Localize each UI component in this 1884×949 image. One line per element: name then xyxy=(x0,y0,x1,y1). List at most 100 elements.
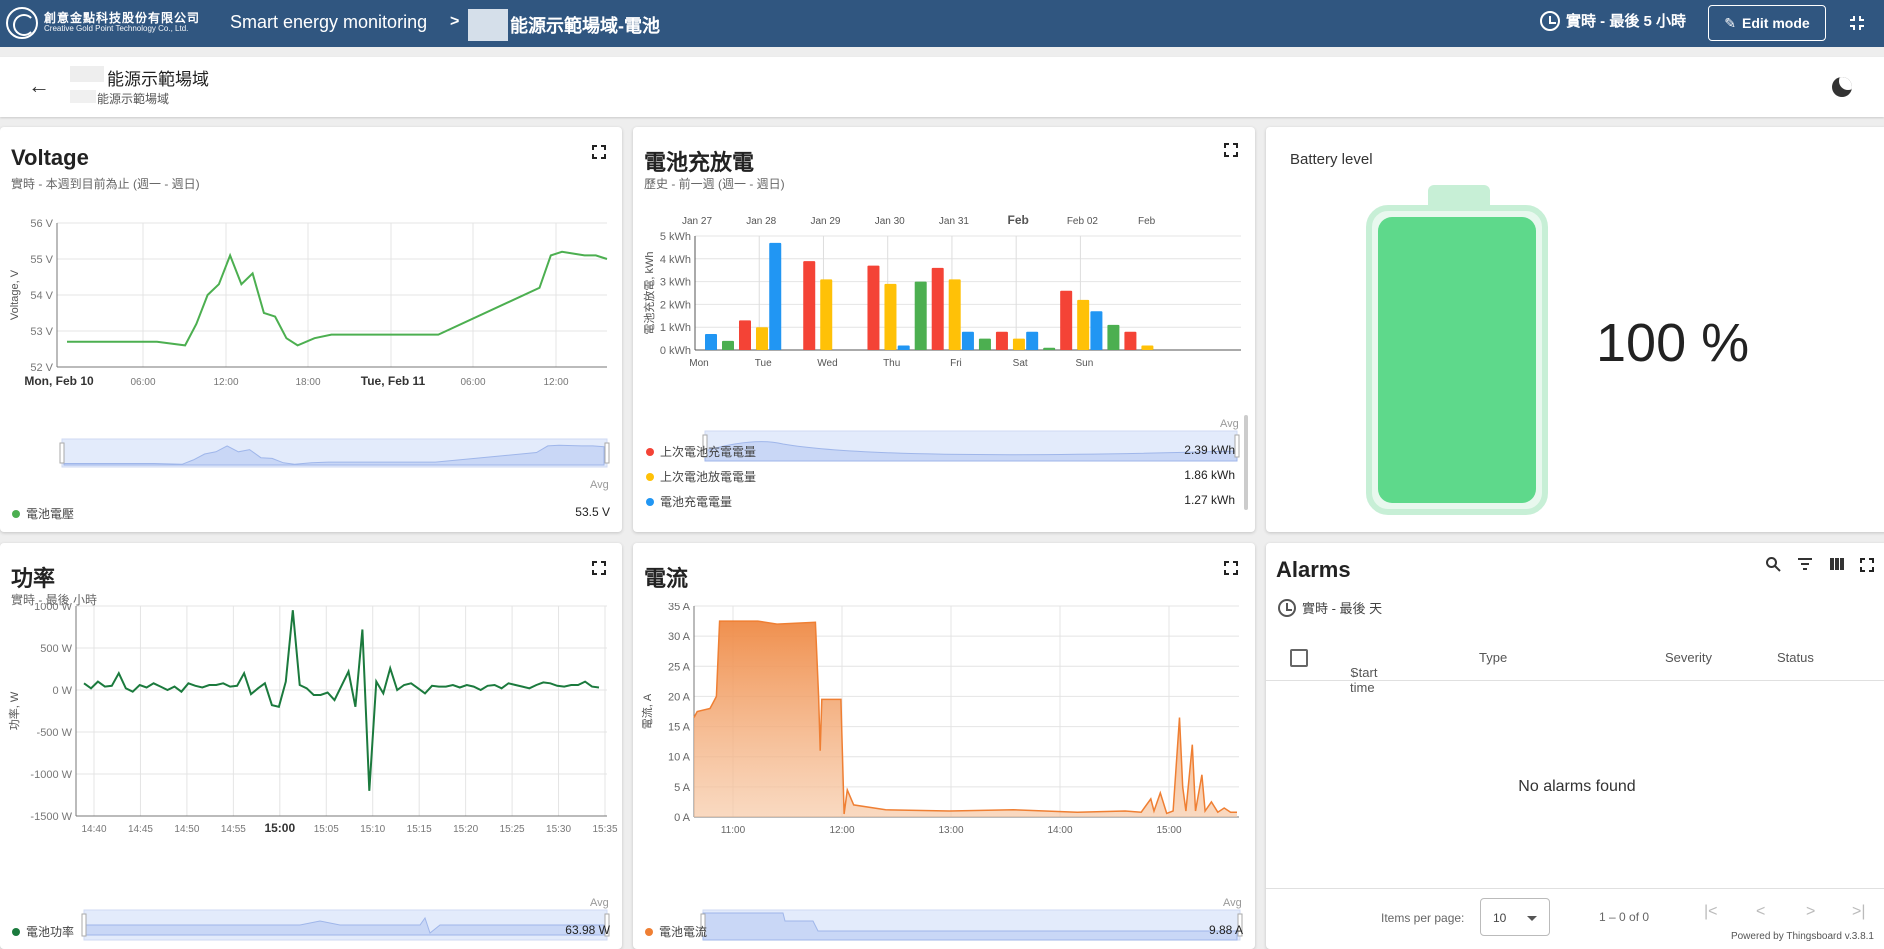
fullscreen-icon[interactable] xyxy=(1224,561,1238,575)
voltage-card: Voltage 實時 - 本週到目前為止 (週一 - 週日) 56 V 55 V5… xyxy=(0,127,622,532)
battery-charge-card: 電池充放電 歷史 - 前一週 (週一 - 週日) 5 kWh 4 kWh 3 kWh… xyxy=(633,127,1255,532)
x-tick-label: 13:00 xyxy=(938,825,963,836)
bar xyxy=(914,281,927,350)
y-tick-label: 54 V xyxy=(30,290,53,302)
bar xyxy=(1012,338,1025,350)
y-tick-label: 55 V xyxy=(30,254,53,266)
legend-item[interactable]: 電池電流 xyxy=(645,923,707,940)
fullscreen-icon[interactable] xyxy=(1860,558,1874,572)
battery-level-value: 100 % xyxy=(1596,313,1750,373)
bar xyxy=(1060,290,1073,350)
power-card: 功率 實時 - 最後 小時 1000 W 500 W0 W -500 W -1000 … xyxy=(0,543,622,949)
y-tick-label: 0 W xyxy=(52,685,72,697)
battery-cap-icon xyxy=(1428,185,1490,207)
battery-charge-subtitle: 歷史 - 前一週 (週一 - 週日) xyxy=(644,177,785,191)
company-logo[interactable]: 創意金點科技股份有限公司 Creative Gold Point Technol… xyxy=(6,6,216,40)
bar xyxy=(978,338,991,350)
y-tick-label: 4 kWh xyxy=(660,254,691,266)
x-tick-label: Mon xyxy=(689,358,708,369)
first-page-icon[interactable]: |< xyxy=(1704,903,1718,921)
x-tick-label: Sat xyxy=(1013,358,1028,369)
y-tick-label: 5 A xyxy=(674,782,691,794)
top-tick-label: Feb xyxy=(1008,213,1029,227)
y-axis-label: 電池充放電, kWh xyxy=(642,251,656,334)
x-tick-label: Thu xyxy=(883,358,900,369)
select-all-checkbox[interactable] xyxy=(1290,649,1308,667)
column-severity[interactable]: Severity xyxy=(1665,650,1712,665)
x-tick-label: 15:30 xyxy=(546,824,571,835)
y-tick-label: 1 kWh xyxy=(660,322,691,334)
last-page-icon[interactable]: >| xyxy=(1852,903,1866,921)
x-tick-label: Tue, Feb 11 xyxy=(361,374,426,388)
fullscreen-icon[interactable] xyxy=(592,561,606,575)
legend-dot xyxy=(646,497,654,506)
entity-title: 能源示範場域 xyxy=(107,70,209,89)
previous-page-icon[interactable]: < xyxy=(1756,903,1765,921)
navigator-handle-left xyxy=(81,913,87,937)
y-tick-label: 35 A xyxy=(668,603,691,613)
top-tick-label: Jan 30 xyxy=(875,216,905,227)
items-per-page-select[interactable]: 10 xyxy=(1480,898,1550,936)
timewindow-selector[interactable]: 實時 - 最後 5 小時 xyxy=(1540,10,1686,31)
fullscreen-icon[interactable] xyxy=(1224,143,1238,157)
bar xyxy=(803,261,816,350)
column-type[interactable]: Type xyxy=(1479,650,1507,665)
bar xyxy=(1141,345,1154,350)
avg-label: Avg xyxy=(1220,418,1239,430)
alarms-card: Alarms 實時 - 最後 天 Start time ↓ Type Sever… xyxy=(1266,543,1884,949)
legend-item[interactable]: 電池電壓 xyxy=(12,505,74,522)
current-chart: 35 A 30 A 25 A 20 A 15 A 10 A 5 A 0 A 11:00 12:00… xyxy=(640,603,1243,941)
x-tick-label: 15:00 xyxy=(1156,825,1181,836)
x-tick-label: Sun xyxy=(1076,358,1094,369)
y-tick-label: 5 kWh xyxy=(660,231,691,243)
column-status[interactable]: Status xyxy=(1777,650,1814,665)
logo-mark-icon xyxy=(6,7,38,39)
legend-scrollbar[interactable] xyxy=(1244,415,1248,510)
x-tick-label: 15:35 xyxy=(592,824,617,835)
x-tick-label: 15:05 xyxy=(314,824,339,835)
y-tick-label: 3 kWh xyxy=(660,277,691,289)
y-tick-label: -500 W xyxy=(37,727,73,739)
legend-item[interactable]: 上次電池充電電量 xyxy=(646,443,756,460)
avg-label: Avg xyxy=(590,897,609,909)
redacted-block xyxy=(70,66,104,82)
series-area xyxy=(694,621,1237,817)
next-page-icon[interactable]: > xyxy=(1806,903,1815,921)
dark-mode-toggle-icon[interactable] xyxy=(1832,77,1852,97)
entity-header: ← 能源示範場域 能源示範場域 xyxy=(0,57,1884,117)
legend-item[interactable]: 上次電池放電電量 xyxy=(646,468,756,485)
range-label: 1 – 0 of 0 xyxy=(1599,910,1650,924)
legend-item[interactable]: 電池功率 xyxy=(12,923,74,940)
x-tick-label: 12:00 xyxy=(543,377,568,388)
top-tick-label: Jan 28 xyxy=(746,216,776,227)
fullscreen-icon[interactable] xyxy=(592,145,606,159)
bar xyxy=(884,283,897,350)
legend-label: 電池電流 xyxy=(659,925,708,939)
legend-dot xyxy=(646,472,654,481)
bar xyxy=(1043,347,1056,350)
power-title: 功率 xyxy=(11,566,56,591)
legend-item[interactable]: 電池充電電量 xyxy=(646,493,732,510)
exit-fullscreen-icon[interactable] xyxy=(1848,14,1866,32)
bar xyxy=(722,340,734,350)
y-tick-label: 2 kWh xyxy=(660,299,691,311)
legend-label: 上次電池放電電量 xyxy=(660,470,757,484)
navigator-handle-left xyxy=(59,442,65,464)
current-card: 電流 35 A 30 A 25 A 20 A 15 A 10 A 5 A 0 A 11:00 12… xyxy=(633,543,1255,949)
x-tick-label: 14:45 xyxy=(128,824,153,835)
edit-mode-button[interactable]: ✎ Edit mode xyxy=(1708,5,1826,41)
search-icon[interactable] xyxy=(1765,556,1781,572)
legend-value: 2.39 kWh xyxy=(1184,443,1235,457)
bar xyxy=(931,267,944,350)
x-tick-label: 15:20 xyxy=(453,824,478,835)
app-title[interactable]: Smart energy monitoring xyxy=(230,12,427,33)
columns-icon[interactable] xyxy=(1829,556,1845,572)
alarms-timewindow[interactable]: 實時 - 最後 天 xyxy=(1278,598,1382,617)
battery-fill xyxy=(1378,217,1536,503)
back-arrow-icon[interactable]: ← xyxy=(28,73,50,99)
x-tick-label: 11:00 xyxy=(721,825,746,836)
battery-level-card: Battery level 100 % xyxy=(1266,127,1884,532)
bar xyxy=(995,331,1008,350)
legend-dot xyxy=(12,509,20,518)
filter-icon[interactable] xyxy=(1797,556,1813,572)
